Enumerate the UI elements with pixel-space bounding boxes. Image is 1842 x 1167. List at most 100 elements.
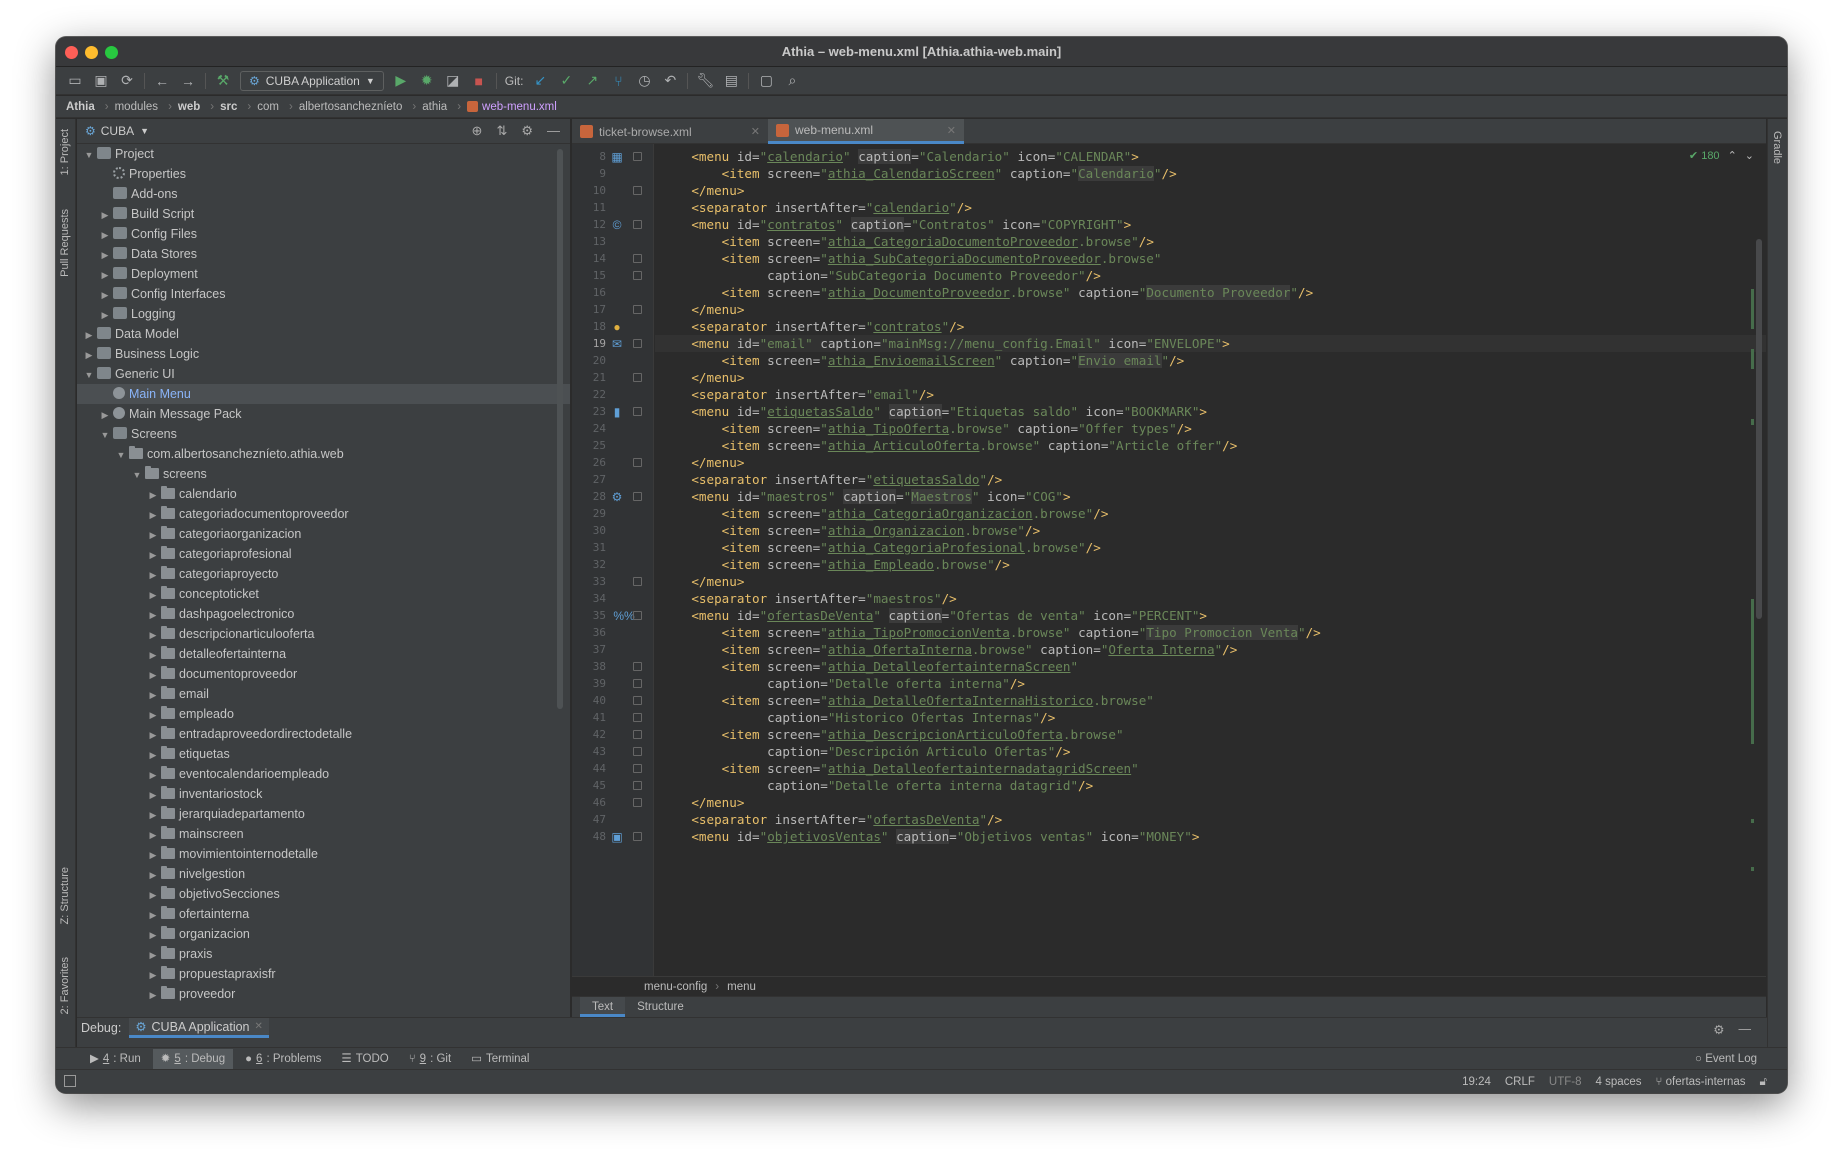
gear-icon[interactable]: ⚙	[1713, 1022, 1724, 1037]
calendar-icon[interactable]: ▦	[610, 150, 624, 164]
chevron-right-icon[interactable]: ▶	[147, 985, 159, 1005]
run-icon[interactable]: ▶	[388, 70, 414, 92]
git-branch-widget[interactable]: ⑂ ofertas-internas	[1656, 1076, 1746, 1088]
breadcrumb-item[interactable]: albertosanchezníeto	[299, 101, 403, 113]
terminal-window-icon[interactable]: ▢	[753, 70, 779, 92]
tree-row[interactable]: ▶ detalleofertainterna	[77, 644, 570, 664]
close-icon[interactable]: ✕	[255, 1021, 263, 1032]
fold-close-icon[interactable]	[633, 458, 642, 467]
tool-window-run[interactable]: ▶ 4: Run	[82, 1049, 149, 1069]
code-view[interactable]: <menu id="calendario" caption="Calendari…	[655, 144, 1766, 976]
tree-row[interactable]: ▼ Project	[77, 144, 570, 164]
bookmark-icon[interactable]: ▮	[610, 405, 624, 419]
fold-open-icon[interactable]	[633, 492, 642, 501]
chevron-right-icon[interactable]: ▶	[83, 345, 95, 365]
tree-row[interactable]: ▶ Logging	[77, 304, 570, 324]
breadcrumb-item[interactable]: modules	[115, 101, 158, 113]
fold-open-icon[interactable]	[633, 220, 642, 229]
chevron-right-icon[interactable]: ▶	[147, 825, 159, 845]
caret-position[interactable]: 19:24	[1462, 1076, 1491, 1088]
chevron-right-icon[interactable]: ▶	[147, 645, 159, 665]
envelope-icon[interactable]: ✉	[610, 337, 624, 351]
tree-row[interactable]: ▶ Data Model	[77, 324, 570, 344]
chevron-right-icon[interactable]: ▶	[83, 325, 95, 345]
breadcrumb-item[interactable]: web	[178, 101, 200, 113]
chevron-right-icon[interactable]: ▶	[147, 505, 159, 525]
tree-row[interactable]: ▶ Business Logic	[77, 344, 570, 364]
tool-window-git[interactable]: ⑂ 9: Git	[401, 1049, 459, 1069]
history-clock-icon[interactable]: ◷	[631, 70, 657, 92]
tree-row[interactable]: ▶ proveedor	[77, 984, 570, 1004]
tree-row[interactable]: ▶ descripcionarticulooferta	[77, 624, 570, 644]
fold-open-icon[interactable]	[633, 764, 642, 773]
chevron-right-icon[interactable]: ▶	[147, 845, 159, 865]
chevron-right-icon[interactable]: ▶	[147, 805, 159, 825]
favorites-tool-button[interactable]: 2: Favorites	[59, 957, 71, 1014]
coverage-icon[interactable]: ◪	[440, 70, 466, 92]
chevron-right-icon[interactable]: ▶	[99, 305, 111, 325]
tree-row[interactable]: ▶ eventocalendarioempleado	[77, 764, 570, 784]
tree-row[interactable]: Add-ons	[77, 184, 570, 204]
tree-row[interactable]: ▼ Screens	[77, 424, 570, 444]
file-encoding[interactable]: UTF-8	[1549, 1076, 1582, 1088]
collapse-all-icon[interactable]: ⇅	[496, 123, 507, 139]
chevron-down-icon[interactable]: ▼	[99, 425, 111, 445]
run-configuration-select[interactable]: ⚙ CUBA Application ▼	[240, 70, 384, 91]
tree-row[interactable]: ▶ entradaproveedordirectodetalle	[77, 724, 570, 744]
tree-row[interactable]: ▶ documentoproveedor	[77, 664, 570, 684]
fold-open-icon[interactable]	[633, 611, 642, 620]
pull-requests-tool-button[interactable]: Pull Requests	[59, 209, 71, 277]
chevron-right-icon[interactable]: ▶	[147, 605, 159, 625]
tree-row[interactable]: ▶ empleado	[77, 704, 570, 724]
fold-close-icon[interactable]	[633, 577, 642, 586]
chevron-down-icon[interactable]: ▼	[115, 445, 127, 465]
tree-row[interactable]: ▶ ofertainterna	[77, 904, 570, 924]
fold-close-icon[interactable]	[633, 373, 642, 382]
tool-window-terminal[interactable]: ▭ Terminal	[463, 1049, 537, 1069]
lock-icon[interactable]: 🔓︎	[1760, 1076, 1767, 1089]
git-commit-icon[interactable]: ✓	[553, 70, 579, 92]
sync-icon[interactable]: ⟳	[114, 70, 140, 92]
mode-tab-text[interactable]: Text	[580, 997, 626, 1017]
chevron-down-icon[interactable]: ▼	[131, 465, 143, 485]
fold-close-icon[interactable]	[633, 713, 642, 722]
tool-window-problems[interactable]: ● 6: Problems	[237, 1049, 329, 1069]
tree-row[interactable]: ▶ inventariostock	[77, 784, 570, 804]
save-icon[interactable]: ▣	[88, 70, 114, 92]
close-icon[interactable]: ✕	[751, 125, 760, 138]
project-scrollbar[interactable]	[557, 149, 563, 709]
minimize-window-button[interactable]	[85, 46, 98, 59]
chevron-right-icon[interactable]: ▶	[147, 925, 159, 945]
tree-row[interactable]: ▶ Config Files	[77, 224, 570, 244]
xml-crumb[interactable]: menu-config	[644, 981, 707, 993]
debug-bug-icon[interactable]: ✹	[414, 70, 440, 92]
chevron-right-icon[interactable]: ▶	[99, 205, 111, 225]
close-icon[interactable]: ✕	[947, 124, 956, 137]
fold-close-icon[interactable]	[633, 798, 642, 807]
tree-row[interactable]: ▼ Generic UI	[77, 364, 570, 384]
inspection-widget[interactable]: ✔ 180 ⌃ ⌄	[1689, 149, 1754, 162]
fold-open-icon[interactable]	[633, 730, 642, 739]
chevron-right-icon[interactable]: ▶	[99, 405, 111, 425]
chevron-right-icon[interactable]: ▶	[147, 905, 159, 925]
breadcrumb-item[interactable]: web-menu.xml	[482, 101, 557, 113]
copyright-icon[interactable]: ©	[610, 218, 624, 232]
tree-row[interactable]: Main Menu	[77, 384, 570, 404]
tree-row[interactable]: ▶ nivelgestion	[77, 864, 570, 884]
breadcrumb-item[interactable]: athia	[422, 101, 447, 113]
chevron-right-icon[interactable]: ▶	[147, 565, 159, 585]
tree-row[interactable]: ▶ categoriaprofesional	[77, 544, 570, 564]
chevron-right-icon[interactable]: ▶	[147, 745, 159, 765]
tool-window-debug[interactable]: ✹ 5: Debug	[152, 1048, 234, 1069]
chevron-right-icon[interactable]: ▶	[147, 525, 159, 545]
editor-tab-ticket-browse[interactable]: ticket-browse.xml ✕	[572, 119, 768, 144]
tree-row[interactable]: ▶ Data Stores	[77, 244, 570, 264]
chevron-down-icon[interactable]: ▼	[83, 365, 95, 385]
tree-row[interactable]: ▶ email	[77, 684, 570, 704]
cog-icon[interactable]: ⚙	[610, 490, 624, 504]
tree-row[interactable]: ▶ categoriadocumentoproveedor	[77, 504, 570, 524]
tree-row[interactable]: ▶ etiquetas	[77, 744, 570, 764]
chevron-right-icon[interactable]: ▶	[147, 705, 159, 725]
tree-row[interactable]: ▶ Build Script	[77, 204, 570, 224]
status-window-icon[interactable]	[64, 1075, 76, 1087]
